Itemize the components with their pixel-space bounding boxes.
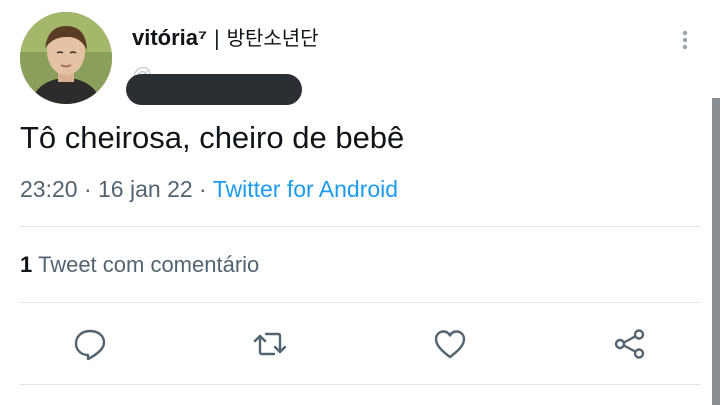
share-button[interactable]: [612, 326, 648, 362]
handle-redaction: [126, 74, 302, 105]
scrollbar[interactable]: [712, 98, 720, 405]
divider: [20, 384, 700, 385]
retweet-icon: [253, 332, 287, 356]
tweet-meta: 23:20 · 16 jan 22 · Twitter for Android: [20, 176, 398, 203]
quote-tweets-link[interactable]: 1 Tweet com comentário: [20, 252, 259, 278]
avatar[interactable]: [20, 12, 112, 104]
tweet-time: 23:20: [20, 176, 78, 202]
like-button[interactable]: [432, 326, 468, 362]
share-icon: [614, 329, 645, 359]
tweet-text: Tô cheirosa, cheiro de bebê: [20, 120, 405, 155]
avatar-photo: [20, 12, 112, 104]
meta-separator: ·: [83, 176, 92, 202]
display-name-text: vitória⁷: [132, 25, 208, 50]
reply-icon: [74, 329, 106, 361]
quote-label: Tweet com comentário: [32, 252, 260, 277]
divider: [20, 302, 700, 303]
tweet-date: 16 jan 22: [98, 176, 193, 202]
tweet-source-link[interactable]: Twitter for Android: [213, 176, 398, 202]
retweet-button[interactable]: [252, 326, 288, 362]
heart-icon: [434, 330, 466, 359]
quote-count: 1: [20, 252, 33, 277]
divider: [20, 226, 700, 227]
display-name[interactable]: vitória⁷ | 방탄소년단: [132, 22, 319, 51]
meta-separator: ·: [199, 176, 207, 202]
display-name-suffix: | 방탄소년단: [207, 26, 319, 50]
reply-button[interactable]: [72, 326, 108, 362]
more-options-icon[interactable]: [675, 26, 695, 56]
